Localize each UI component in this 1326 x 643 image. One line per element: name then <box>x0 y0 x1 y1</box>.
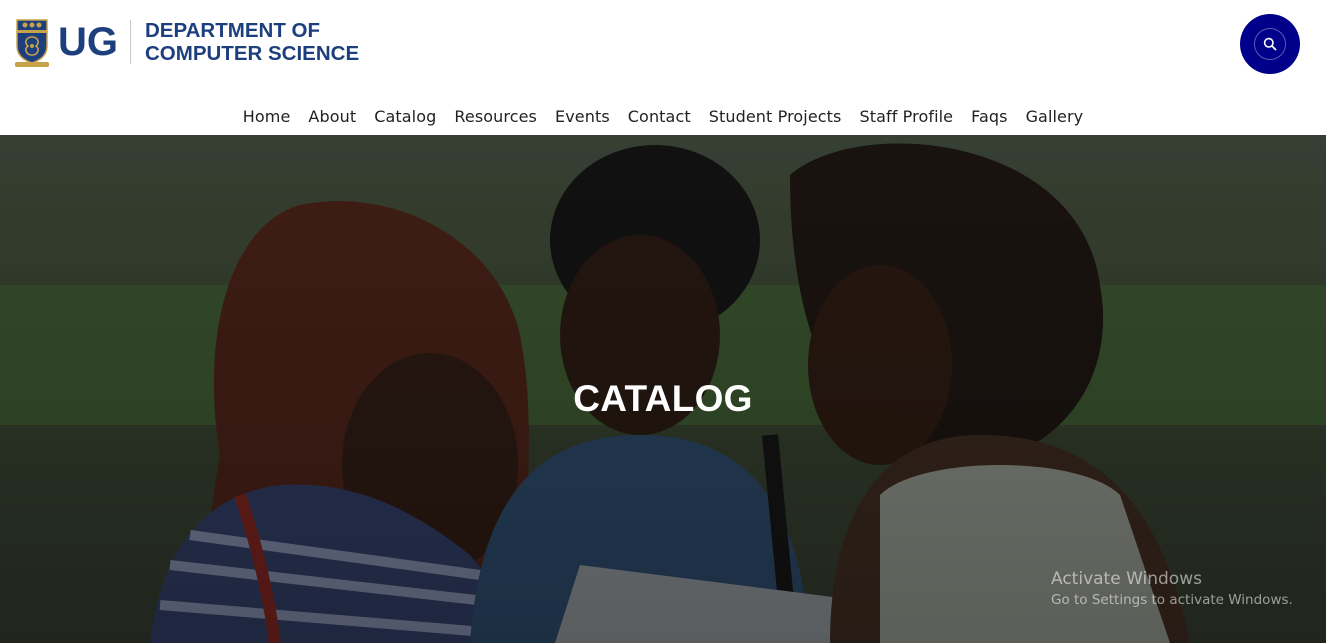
search-button[interactable] <box>1240 14 1300 74</box>
hero-title: CATALOG <box>573 378 753 419</box>
nav-item-faqs[interactable]: Faqs <box>971 107 1007 126</box>
hero-banner: CATALOG <box>0 135 1326 643</box>
watermark-title: Activate Windows <box>1051 569 1202 589</box>
search-icon <box>1263 37 1277 51</box>
department-name-line1: DEPARTMENT OF <box>145 19 321 42</box>
university-crest-icon <box>15 19 49 67</box>
main-navigation: Home About Catalog Resources Events Cont… <box>0 103 1326 129</box>
site-logo[interactable]: UG DEPARTMENT OF COMPUTER SCIENCE <box>12 16 359 68</box>
search-button-ring <box>1254 28 1286 60</box>
site-header: UG DEPARTMENT OF COMPUTER SCIENCE Home A… <box>0 0 1326 135</box>
department-name: DEPARTMENT OF COMPUTER SCIENCE <box>145 19 359 65</box>
nav-item-student-projects[interactable]: Student Projects <box>709 107 842 126</box>
nav-item-contact[interactable]: Contact <box>628 107 691 126</box>
nav-item-staff-profile[interactable]: Staff Profile <box>859 107 953 126</box>
nav-item-about[interactable]: About <box>308 107 356 126</box>
nav-item-home[interactable]: Home <box>243 107 291 126</box>
nav-item-events[interactable]: Events <box>555 107 610 126</box>
nav-item-catalog[interactable]: Catalog <box>374 107 436 126</box>
department-name-line2: COMPUTER SCIENCE <box>145 42 360 65</box>
windows-activation-watermark: Activate Windows Go to Settings to activ… <box>1051 568 1293 610</box>
logo-abbreviation: UG <box>58 20 118 64</box>
nav-item-gallery[interactable]: Gallery <box>1026 107 1084 126</box>
nav-item-resources[interactable]: Resources <box>454 107 537 126</box>
watermark-subtitle: Go to Settings to activate Windows. <box>1051 592 1293 608</box>
logo-divider <box>130 20 131 64</box>
